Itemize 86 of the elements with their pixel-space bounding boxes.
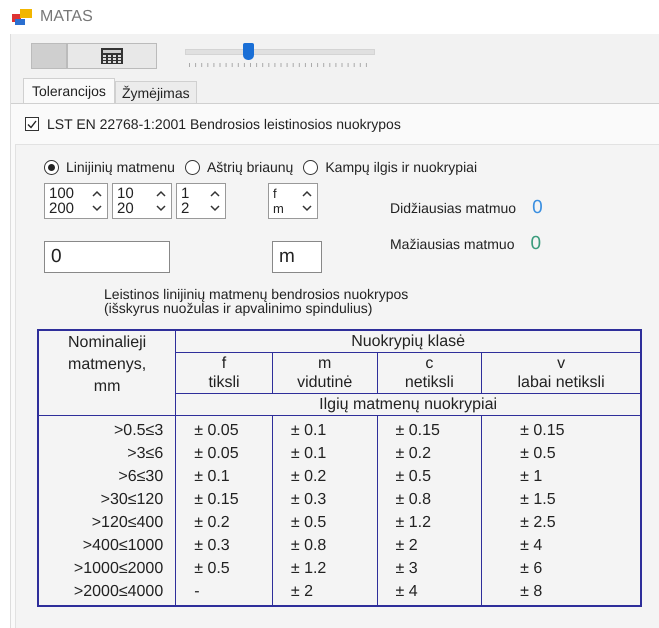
checkbox[interactable]	[25, 117, 39, 131]
radio-label: Aštrių briaunų	[206, 159, 294, 175]
table-cell-text: ± 4	[519, 536, 544, 556]
standard-checkbox[interactable]: LST EN 22768-1:2001 Bendrosios leistinosios nuokrypos	[11, 104, 659, 144]
table-cell-text: >400≤1000	[82, 536, 164, 556]
table-cell-text: ± 0.8	[290, 536, 328, 556]
table-cell-text: >120≤400	[90, 513, 164, 533]
view-toggle[interactable]	[31, 43, 67, 69]
spin-arrows-icon[interactable]	[301, 188, 313, 214]
table-cell-text: ± 0.5	[193, 559, 231, 579]
slider-thumb[interactable]	[242, 43, 254, 60]
class-name: labai netiksli	[516, 373, 606, 392]
readout-label: Mažiausias matmuo	[390, 236, 514, 252]
table-caption: (išskyrus nuožulas ir apvalinimo spindulius)	[104, 301, 372, 315]
table-cell-text: ± 0.1	[193, 467, 231, 487]
tab[interactable]: Žymėjimas	[114, 81, 197, 103]
table-cell-text: ± 0.05	[193, 444, 240, 464]
table-cell-text: ± 0.05	[193, 421, 240, 441]
table-cell-text: >30≤120	[100, 490, 164, 510]
class-code: c	[424, 354, 434, 373]
table-cell-text: >0.5≤3	[112, 421, 164, 441]
tab[interactable]: Tolerancijos	[23, 78, 115, 103]
checkbox-label: LST EN 22768-1:2001 Bendrosios leistinosios nuokrypos	[47, 116, 401, 132]
table-cell-text: >1000≤2000	[72, 559, 164, 579]
table-cell-text: ± 1.2	[394, 513, 432, 533]
table-cell-text: ± 2	[394, 536, 419, 556]
table-cell-text: ± 4	[394, 582, 419, 602]
radio-button[interactable]	[184, 160, 200, 174]
number-spinner[interactable]: 100 200	[44, 183, 108, 219]
window-title: MATAS	[40, 8, 93, 26]
table-cell-text: ± 1.2	[290, 559, 328, 579]
class-name: netiksli	[404, 373, 455, 392]
table-cell-text: >2000≤4000	[72, 582, 164, 602]
column-header: mm	[92, 377, 122, 397]
radio-button[interactable]	[303, 160, 318, 174]
spin-arrows-icon[interactable]	[209, 188, 221, 214]
table-cell-text: ± 2.5	[519, 513, 557, 533]
table-cell-text: ± 2	[290, 582, 314, 602]
table-cell-text: ± 0.8	[394, 490, 432, 510]
class-code: f	[220, 354, 228, 373]
table-cell-text: ± 0.15	[519, 421, 566, 441]
column-header: Nominalieji	[66, 333, 148, 353]
readout-value: 0	[532, 197, 543, 219]
spin-arrows-icon[interactable]	[91, 188, 103, 214]
table-cell-text: >3≤6	[126, 444, 164, 464]
column-header: matmenys,	[66, 355, 148, 375]
unit-field[interactable]: m	[272, 241, 322, 273]
unit-spinner[interactable]: f m	[268, 183, 318, 219]
table-cell-text: ± 0.5	[519, 444, 557, 464]
number-spinner[interactable]: 10 20	[112, 183, 172, 219]
app-icon	[12, 9, 32, 25]
table-cell-text: ± 0.1	[290, 444, 328, 464]
radio-button[interactable]	[44, 160, 59, 174]
radio-label: Kampų ilgis ir nuokrypiai	[325, 159, 478, 175]
table-cell-text: ± 3	[394, 559, 419, 579]
readout-value: 0	[530, 233, 542, 255]
radio-dot-icon	[48, 164, 55, 170]
table-cell-text: ± 0.3	[193, 536, 231, 556]
table-cell-text: ± 0.2	[193, 513, 231, 533]
table-cell-text: ± 8	[519, 582, 544, 602]
table-cell-text: -	[193, 582, 201, 602]
table-cell-text: ± 0.5	[290, 513, 328, 533]
table-cell-text: ± 0.1	[290, 421, 328, 441]
table-cell-text: ± 0.5	[394, 467, 432, 487]
table-cell-text: ± 0.3	[290, 490, 328, 510]
zoom-slider[interactable]	[185, 42, 375, 70]
table-cell-text: ± 0.2	[394, 444, 432, 464]
class-code: v	[556, 354, 566, 373]
table-cell-text: ± 0.15	[394, 421, 441, 441]
table-cell-text: ± 0.2	[290, 467, 328, 487]
number-spinner[interactable]: 1 2	[176, 183, 226, 219]
value-field[interactable]: 0	[44, 241, 170, 273]
table-cell-text: ± 6	[519, 559, 544, 579]
calculator-icon	[101, 48, 123, 64]
table-cell-text: ± 1.5	[519, 490, 557, 510]
class-name: tiksli	[207, 373, 241, 392]
spin-arrows-icon[interactable]	[155, 188, 167, 214]
table-cell-text: >6≤30	[117, 467, 164, 487]
table-cell-text: ± 0.15	[193, 490, 240, 510]
class-name: vidutinė	[296, 373, 354, 392]
table-caption: Leistinos linijinių matmenų bendrosios nuokrypos	[104, 287, 410, 301]
view-toggle[interactable]	[67, 43, 157, 69]
radio-label: Linijinių matmenu	[66, 159, 175, 175]
class-code: m	[317, 354, 332, 373]
table-cell-text: ± 1	[519, 467, 544, 487]
readout-label: Didžiausias matmuo	[390, 200, 516, 216]
